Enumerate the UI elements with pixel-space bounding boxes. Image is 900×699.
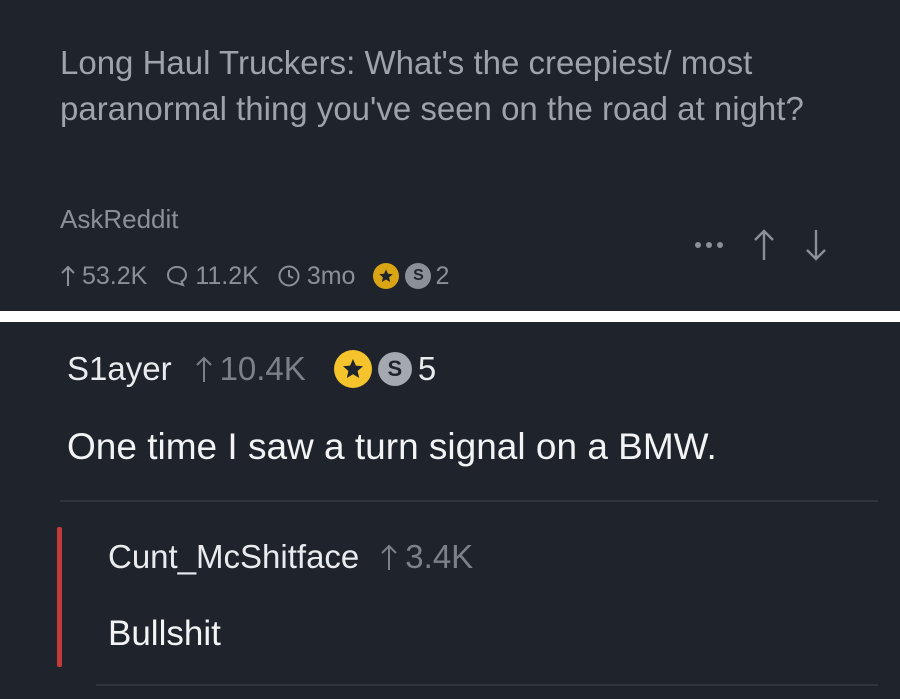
- reply-score: 3.4K: [379, 538, 473, 576]
- upvote-icon[interactable]: [752, 228, 776, 262]
- downvote-icon[interactable]: [804, 228, 828, 262]
- silver-award-icon[interactable]: S: [405, 263, 432, 289]
- arrow-up-icon: [195, 356, 212, 382]
- reply-author[interactable]: Cunt_McShitface: [108, 538, 359, 576]
- comment-score-value: 10.4K: [219, 350, 306, 387]
- comment-card[interactable]: S1ayer 10.4K S 5 One time I saw a turn s…: [0, 322, 900, 699]
- arrow-up-icon: [381, 544, 398, 570]
- reply-thread-line[interactable]: [57, 527, 62, 667]
- section-divider: [0, 311, 900, 322]
- post-meta: 53.2K 11.2K 3mo S 2: [60, 258, 449, 294]
- comment-icon: [167, 265, 188, 287]
- reply-divider: [96, 684, 878, 686]
- gold-award-icon[interactable]: [373, 263, 400, 289]
- gold-award-icon[interactable]: [333, 350, 372, 388]
- reply-score-value: 3.4K: [405, 538, 474, 575]
- comment-author[interactable]: S1ayer: [67, 350, 172, 388]
- post-age: 3mo: [277, 261, 356, 291]
- comment-header: S1ayer 10.4K S 5: [67, 350, 436, 388]
- reply-header: Cunt_McShitface 3.4K: [108, 538, 473, 576]
- reply-body: Bullshit: [108, 614, 221, 653]
- post-comment-count: 11.2K: [195, 261, 259, 290]
- post-silver-count: 2: [435, 261, 450, 290]
- subreddit-link[interactable]: AskReddit: [60, 204, 179, 235]
- post-upvote-count: 53.2K: [82, 261, 148, 290]
- clock-icon: [278, 265, 300, 287]
- silver-award-icon[interactable]: S: [377, 352, 412, 386]
- comment-silver-count: 5: [417, 350, 437, 387]
- post-actions: [694, 228, 828, 262]
- post-card[interactable]: Long Haul Truckers: What's the creepiest…: [0, 0, 900, 311]
- comment-body: One time I saw a turn signal on a BMW.: [67, 426, 717, 467]
- comment-score: 10.4K: [194, 350, 306, 388]
- post-comments[interactable]: 11.2K: [165, 261, 259, 291]
- arrow-up-icon: [61, 265, 75, 286]
- comment-divider: [60, 500, 878, 502]
- more-icon[interactable]: [694, 240, 724, 250]
- post-age-text: 3mo: [306, 261, 356, 290]
- post-title[interactable]: Long Haul Truckers: What's the creepiest…: [60, 40, 820, 132]
- post-upvotes: 53.2K: [60, 262, 147, 291]
